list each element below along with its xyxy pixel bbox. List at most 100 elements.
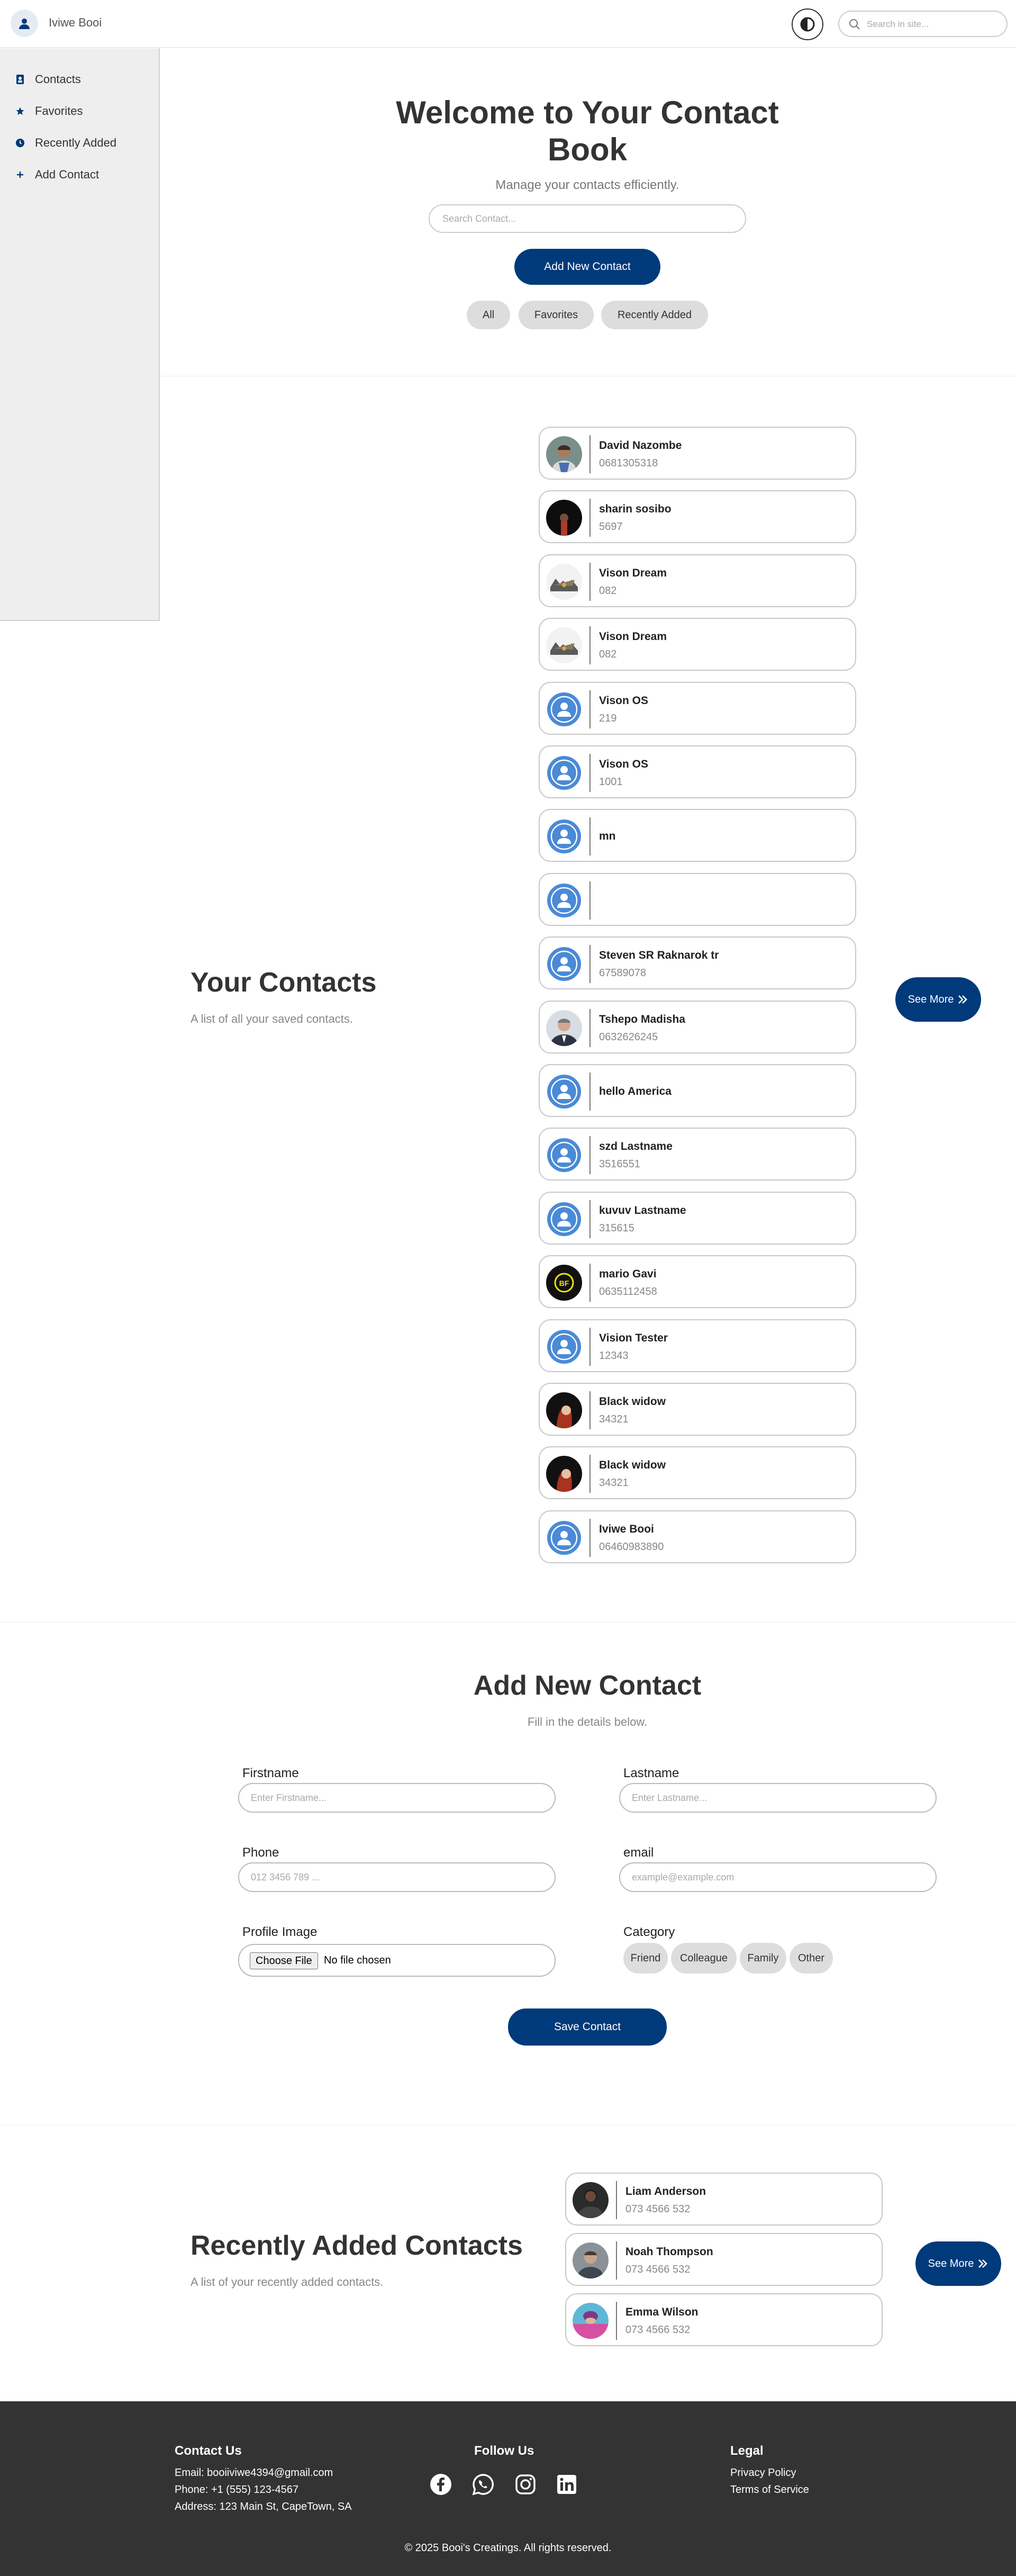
- phone-input[interactable]: [238, 1862, 556, 1892]
- terms-of-service-link[interactable]: Terms of Service: [730, 2484, 809, 2496]
- file-status: No file chosen: [324, 1954, 391, 1966]
- contact-card[interactable]: kuvuv Lastname 315615: [539, 1191, 856, 1245]
- footer-contact-heading: Contact Us: [175, 2444, 242, 2458]
- contact-search-input[interactable]: [429, 204, 746, 233]
- choose-file-button[interactable]: Choose File: [250, 1952, 318, 1969]
- contact-avatar: [546, 1074, 582, 1110]
- contact-name: Vison OS: [599, 758, 648, 770]
- recent-contact-card[interactable]: Liam Anderson 073 4566 532: [565, 2173, 883, 2226]
- contact-phone: 219: [599, 712, 617, 724]
- contact-card[interactable]: Iviwe Booi 06460983890: [539, 1510, 856, 1563]
- firstname-input[interactable]: [238, 1783, 556, 1813]
- card-separator: [589, 499, 591, 537]
- profile-image-file-input[interactable]: Choose File No file chosen: [238, 1944, 556, 1977]
- card-separator: [589, 1518, 591, 1557]
- contact-card[interactable]: Vison Dream 082: [539, 554, 856, 607]
- sidebar: Contacts Favorites Recently Added Add Co…: [0, 48, 160, 621]
- save-contact-button[interactable]: Save Contact: [508, 2008, 667, 2046]
- card-separator: [589, 817, 591, 856]
- contact-avatar: [546, 882, 582, 918]
- theme-toggle-button[interactable]: [792, 8, 823, 40]
- filter-favorites[interactable]: Favorites: [519, 301, 594, 329]
- contact-name: Vison OS: [599, 694, 648, 707]
- contact-name: Tshepo Madisha: [599, 1013, 685, 1025]
- page-title-line: Welcome to Your Contact: [396, 95, 779, 130]
- contact-card[interactable]: Vison OS 219: [539, 681, 856, 735]
- privacy-policy-link[interactable]: Privacy Policy: [730, 2467, 796, 2479]
- contact-avatar: [546, 500, 582, 536]
- card-separator: [589, 1008, 591, 1047]
- see-more-recent-button[interactable]: See More: [915, 2241, 1001, 2286]
- contact-card[interactable]: BF mario Gavi 0635112458: [539, 1255, 856, 1309]
- email-input[interactable]: [619, 1862, 937, 1892]
- see-more-contacts-button[interactable]: See More: [895, 977, 981, 1022]
- category-other[interactable]: Other: [790, 1943, 833, 1974]
- contact-card[interactable]: Vision Tester 12343: [539, 1319, 856, 1372]
- category-colleague[interactable]: Colleague: [671, 1943, 737, 1974]
- instagram-icon[interactable]: [513, 2472, 538, 2497]
- card-separator: [616, 2302, 617, 2340]
- sidebar-item-favorites[interactable]: Favorites: [15, 103, 83, 119]
- contact-card[interactable]: Tshepo Madisha 0632626245: [539, 1000, 856, 1053]
- site-search-input[interactable]: [867, 17, 999, 32]
- filter-recently-added[interactable]: Recently Added: [601, 301, 708, 329]
- contacts-section-subtitle: A list of all your saved contacts.: [190, 1012, 353, 1025]
- contact-card[interactable]: Steven SR Raknarok tr 67589078: [539, 936, 856, 990]
- sidebar-item-contacts[interactable]: Contacts: [15, 71, 81, 87]
- see-more-label: See More: [908, 993, 954, 1005]
- sidebar-item-recently-added[interactable]: Recently Added: [15, 135, 116, 151]
- linkedin-icon[interactable]: [555, 2472, 579, 2497]
- contact-phone: 315615: [599, 1222, 634, 1234]
- contact-name: Iviwe Booi: [599, 1523, 654, 1535]
- footer: Contact Us Email: booiiviwe4394@gmail.co…: [0, 2401, 1016, 2576]
- whatsapp-icon[interactable]: [471, 2472, 495, 2497]
- contact-card[interactable]: Black widow 34321: [539, 1446, 856, 1500]
- contact-phone: 34321: [599, 1413, 629, 1425]
- facebook-icon[interactable]: [429, 2472, 453, 2497]
- contact-name: Black widow: [599, 1395, 666, 1408]
- contact-card[interactable]: mn: [539, 809, 856, 862]
- contact-phone: 34321: [599, 1477, 629, 1489]
- contact-name: Steven SR Raknarok tr: [599, 949, 719, 962]
- contact-card[interactable]: szd Lastname 3516551: [539, 1128, 856, 1181]
- double-chevron-right-icon: [958, 995, 968, 1004]
- footer-email: Email: booiiviwe4394@gmail.com: [175, 2467, 333, 2479]
- contact-card[interactable]: hello America: [539, 1064, 856, 1117]
- contact-avatar: [546, 1392, 582, 1428]
- footer-phone: Phone: +1 (555) 123-4567: [175, 2484, 299, 2496]
- copyright: © 2025 Booi's Creatings. All rights rese…: [404, 2542, 612, 2554]
- category-family[interactable]: Family: [740, 1943, 786, 1974]
- contact-card[interactable]: Black widow 34321: [539, 1383, 856, 1436]
- recent-contact-card[interactable]: Noah Thompson 073 4566 532: [565, 2233, 883, 2286]
- recent-contact-card[interactable]: Emma Wilson 073 4566 532: [565, 2293, 883, 2346]
- contact-card[interactable]: David Nazombe 0681305318: [539, 427, 856, 480]
- contacts-section-title: Your Contacts: [190, 967, 377, 998]
- profile-image-label: Profile Image: [242, 1925, 318, 1939]
- email-label: email: [623, 1845, 654, 1860]
- contact-card[interactable]: sharin sosibo 5697: [539, 490, 856, 544]
- contact-card[interactable]: [539, 872, 856, 926]
- form-title: Add New Contact: [473, 1670, 702, 1701]
- add-new-contact-button[interactable]: Add New Contact: [514, 249, 660, 285]
- contact-avatar: [546, 1456, 582, 1492]
- contact-avatar: [546, 691, 582, 727]
- contact-name: Black widow: [599, 1459, 666, 1472]
- category-label: Category: [623, 1925, 675, 1939]
- filter-all[interactable]: All: [467, 301, 510, 329]
- recent-section-subtitle: A list of your recently added contacts.: [190, 2275, 384, 2289]
- sidebar-item-add-contact[interactable]: Add Contact: [15, 167, 99, 183]
- firstname-label: Firstname: [242, 1766, 299, 1780]
- contact-name: sharin sosibo: [599, 503, 672, 516]
- contact-avatar: [573, 2303, 609, 2339]
- contact-name: Liam Anderson: [625, 2185, 706, 2197]
- lastname-input[interactable]: [619, 1783, 937, 1813]
- contact-phone: 5697: [599, 521, 623, 533]
- contact-card[interactable]: Vison Dream 082: [539, 618, 856, 671]
- site-search-box[interactable]: [838, 11, 1008, 37]
- sidebar-item-label: Add Contact: [35, 168, 99, 181]
- user-avatar[interactable]: [11, 10, 38, 37]
- contact-card[interactable]: Vison OS 1001: [539, 745, 856, 798]
- card-separator: [589, 945, 591, 984]
- contact-name: mario Gavi: [599, 1268, 657, 1281]
- category-friend[interactable]: Friend: [623, 1943, 668, 1974]
